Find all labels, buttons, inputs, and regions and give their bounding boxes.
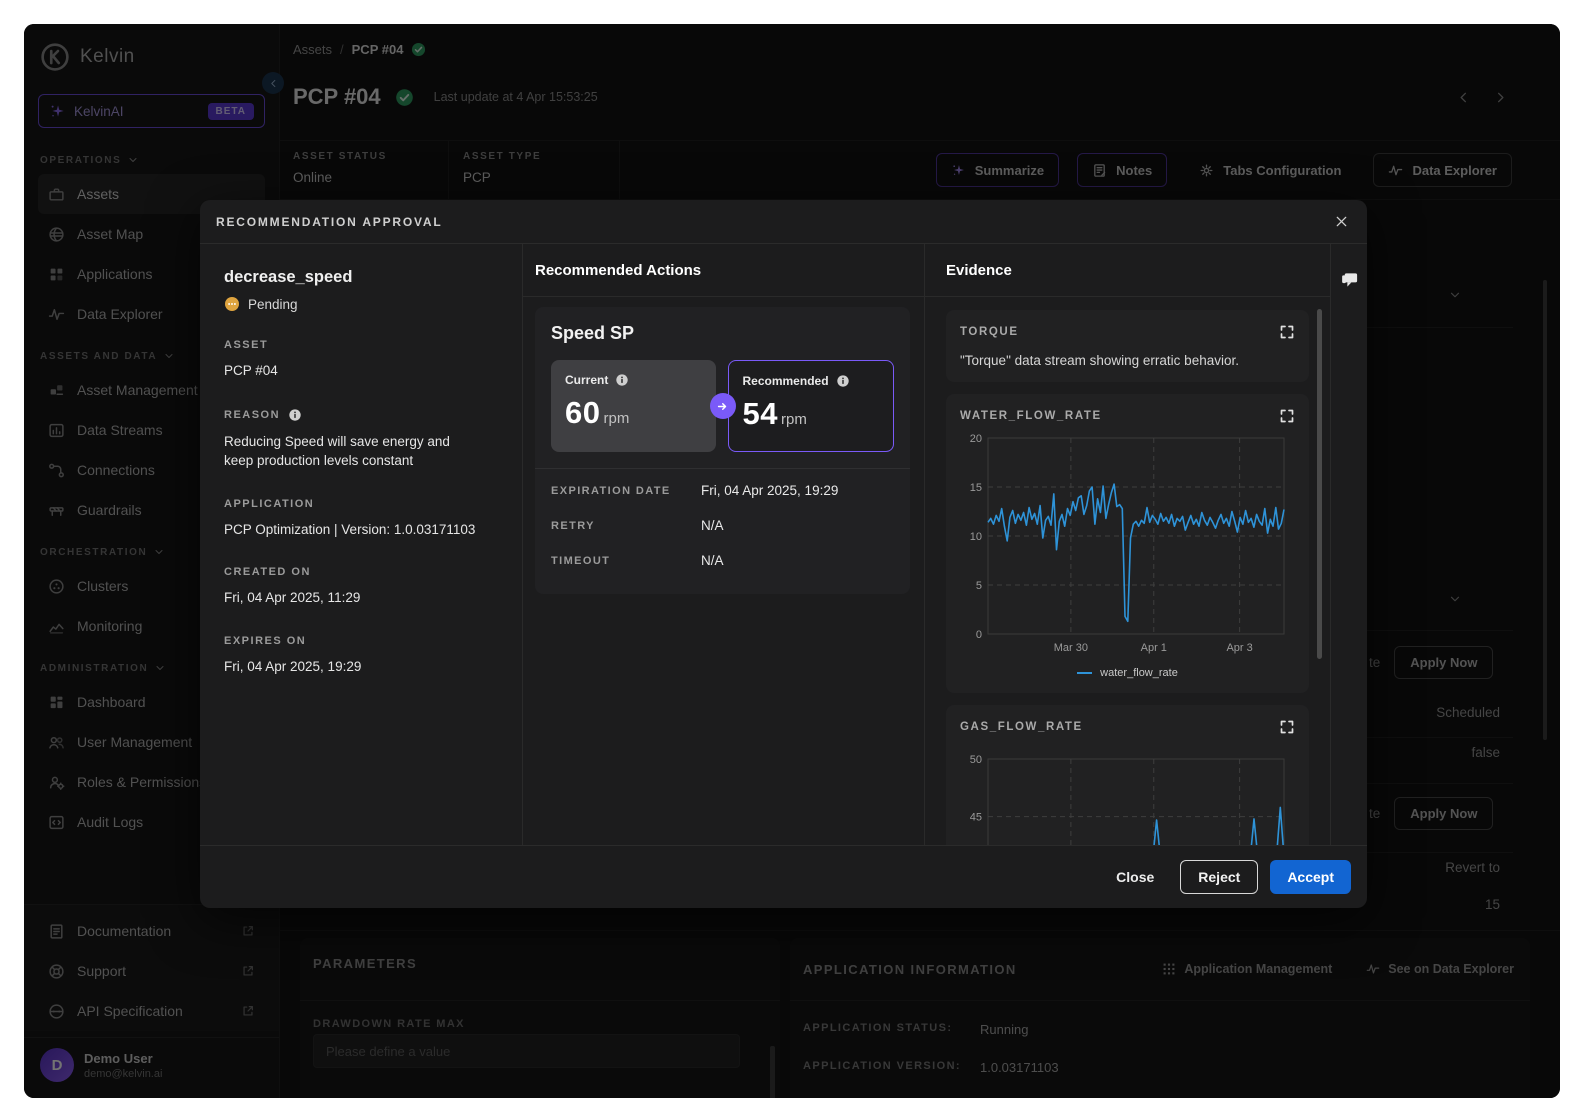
modal-side-rail bbox=[1330, 244, 1367, 845]
reason-label: REASON bbox=[224, 408, 498, 422]
evidence-scrollbar[interactable] bbox=[1317, 309, 1322, 659]
recommendation-approval-modal: RECOMMENDATION APPROVAL decrease_speed P… bbox=[200, 200, 1367, 908]
recommended-unit: rpm bbox=[781, 411, 807, 428]
torque-title: TORQUE bbox=[960, 326, 1279, 338]
comments-icon[interactable] bbox=[1340, 270, 1359, 289]
speed-sp-card: Speed SP Current 60rpm bbox=[535, 307, 910, 594]
water-flow-rate-chart: Mar 30 Apr 1 Apr 3 0 5 10 15 20 bbox=[960, 430, 1290, 660]
expand-icon[interactable] bbox=[1279, 324, 1295, 340]
retry-row: RETRY N/A bbox=[551, 508, 894, 543]
expires-on-value: Fri, 04 Apr 2025, 19:29 bbox=[224, 657, 498, 677]
svg-text:0: 0 bbox=[976, 629, 982, 641]
recommended-value-box: Recommended 54rpm bbox=[728, 360, 895, 452]
application-label: APPLICATION bbox=[224, 498, 498, 510]
svg-text:20: 20 bbox=[970, 433, 982, 445]
svg-text:45: 45 bbox=[970, 812, 982, 824]
action-title: Speed SP bbox=[551, 323, 894, 344]
info-icon[interactable] bbox=[615, 373, 629, 387]
svg-text:5: 5 bbox=[976, 580, 982, 592]
recommended-actions-column: Recommended Actions Speed SP Current 60r… bbox=[523, 244, 925, 845]
evidence-header: Evidence bbox=[925, 244, 1330, 297]
chart-legend: water_flow_rate bbox=[960, 667, 1295, 679]
current-unit: rpm bbox=[603, 410, 629, 427]
accept-button[interactable]: Accept bbox=[1270, 860, 1351, 894]
expand-icon[interactable] bbox=[1279, 719, 1295, 735]
svg-text:Mar 30: Mar 30 bbox=[1054, 642, 1088, 654]
recommendation-name: decrease_speed bbox=[224, 268, 498, 287]
svg-text:Apr 1: Apr 1 bbox=[1141, 642, 1167, 654]
water-flow-rate-title: WATER_FLOW_RATE bbox=[960, 410, 1279, 422]
asset-label: ASSET bbox=[224, 339, 498, 351]
arrow-right-icon bbox=[710, 393, 736, 419]
arrow-right-icon bbox=[716, 400, 729, 413]
info-icon[interactable] bbox=[288, 408, 302, 422]
info-icon[interactable] bbox=[836, 374, 850, 388]
recommended-value: 54 bbox=[743, 396, 778, 431]
recommended-actions-header: Recommended Actions bbox=[523, 244, 924, 297]
gas-flow-rate-chart: 50 45 bbox=[960, 745, 1290, 845]
created-on-label: CREATED ON bbox=[224, 566, 498, 578]
water-flow-rate-card: WATER_FLOW_RATE Mar 30 Apr 1 Apr 3 0 5 10 15 20… bbox=[946, 394, 1309, 693]
modal-title: RECOMMENDATION APPROVAL bbox=[216, 215, 1334, 229]
recommendation-summary-column: decrease_speed Pending ASSET PCP #04 REA… bbox=[200, 244, 523, 845]
gas-flow-rate-title: GAS_FLOW_RATE bbox=[960, 721, 1279, 733]
pending-icon bbox=[224, 296, 240, 312]
application-value: PCP Optimization | Version: 1.0.03171103 bbox=[224, 520, 498, 540]
svg-text:15: 15 bbox=[970, 482, 982, 494]
evidence-scroll-area[interactable]: TORQUE "Torque" data stream showing erra… bbox=[925, 297, 1330, 845]
torque-text: "Torque" data stream showing erratic beh… bbox=[960, 353, 1295, 368]
torque-evidence-card: TORQUE "Torque" data stream showing erra… bbox=[946, 310, 1309, 382]
current-value-box: Current 60rpm bbox=[551, 360, 716, 452]
svg-text:10: 10 bbox=[970, 531, 982, 543]
close-icon[interactable] bbox=[1334, 214, 1349, 229]
timeout-row: TIMEOUT N/A bbox=[551, 543, 894, 578]
expand-icon[interactable] bbox=[1279, 408, 1295, 424]
reject-button[interactable]: Reject bbox=[1180, 860, 1258, 894]
gas-flow-rate-card: GAS_FLOW_RATE 50 45 bbox=[946, 705, 1309, 845]
current-value: 60 bbox=[565, 395, 600, 430]
asset-value: PCP #04 bbox=[224, 361, 498, 381]
close-button[interactable]: Close bbox=[1116, 869, 1154, 885]
created-on-value: Fri, 04 Apr 2025, 11:29 bbox=[224, 588, 498, 608]
evidence-column: Evidence TORQUE "Torque" data stream sho… bbox=[925, 244, 1330, 845]
status-badge: Pending bbox=[224, 296, 498, 312]
reason-text: Reducing Speed will save energy and keep… bbox=[224, 432, 474, 471]
kelvin-app-window: Kelvin KelvinAI BETA OPERATIONSAssetsAss… bbox=[24, 24, 1560, 1098]
expires-on-label: EXPIRES ON bbox=[224, 635, 498, 647]
svg-text:Apr 3: Apr 3 bbox=[1226, 642, 1252, 654]
svg-text:50: 50 bbox=[970, 754, 982, 766]
expiration-date-row: EXPIRATION DATE Fri, 04 Apr 2025, 19:29 bbox=[551, 473, 894, 508]
